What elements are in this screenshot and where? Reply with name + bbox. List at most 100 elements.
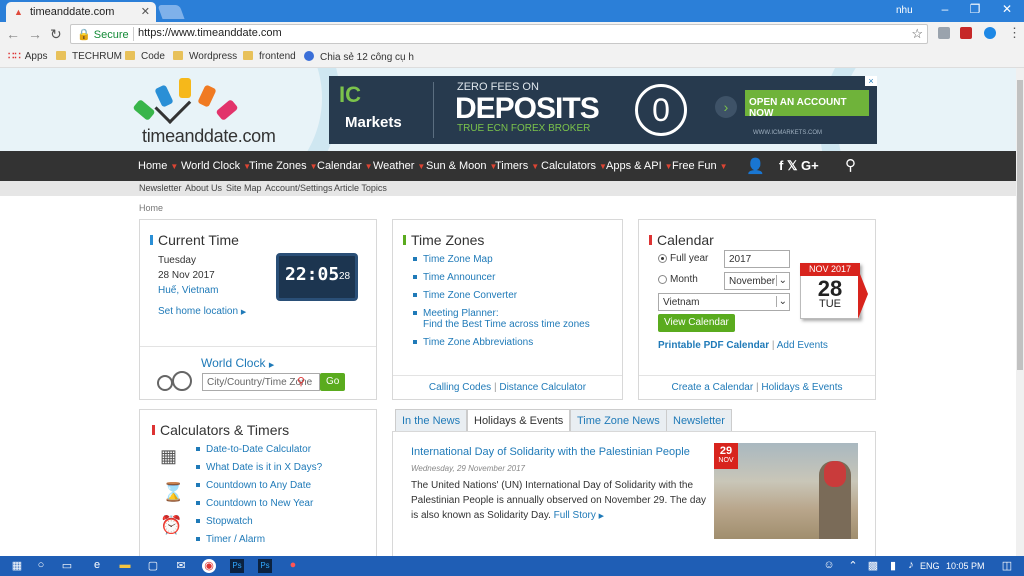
country-select[interactable]: Vietnam ⌄ <box>658 293 790 311</box>
extension-icon[interactable] <box>984 27 996 39</box>
link-date-to-date[interactable]: Date-to-Date Calculator <box>196 444 311 455</box>
scrollbar-thumb[interactable] <box>1017 80 1023 370</box>
back-arrow-icon[interactable]: ← <box>6 26 20 42</box>
user-account-icon[interactable]: 👤 <box>746 157 765 175</box>
social-icons[interactable]: f 𝕏 G+ <box>779 158 819 174</box>
set-home-location-link[interactable]: Set home location ▶ <box>158 306 246 317</box>
windows-start-icon[interactable]: ▦ <box>10 559 24 573</box>
nav-time-zones[interactable]: Time Zones ▼ <box>249 160 318 172</box>
extension-icon[interactable] <box>938 27 950 39</box>
tab-newsletter[interactable]: Newsletter <box>666 409 732 431</box>
menu-kebab-icon[interactable]: ⋮ <box>1008 25 1021 41</box>
app-icon[interactable]: ● <box>286 559 300 573</box>
site-logo[interactable]: timeanddate.com <box>110 68 310 152</box>
nav-home[interactable]: Home ▼ <box>138 160 178 172</box>
chevron-up-icon[interactable]: ⌃ <box>846 559 860 573</box>
address-bar[interactable]: 🔒 Secure https://www.timeanddate.com ☆ <box>70 24 928 44</box>
chrome-icon[interactable]: ◉ <box>202 559 216 573</box>
add-events-link[interactable]: Add Events <box>777 340 828 351</box>
month-select[interactable]: November ⌄ <box>724 272 790 290</box>
nav-calendar[interactable]: Calendar ▼ <box>317 160 373 172</box>
bookmark-frontend[interactable]: frontend <box>243 51 296 62</box>
news-photo[interactable]: 29 NOV <box>714 443 858 539</box>
bookmark-star-icon[interactable]: ☆ <box>911 26 923 42</box>
world-clock-go-button[interactable]: Go <box>320 373 346 391</box>
nav-sun-moon[interactable]: Sun & Moon ▼ <box>426 160 497 172</box>
close-tab-icon[interactable]: ✕ <box>141 5 150 18</box>
volume-icon[interactable]: ♪ <box>904 559 918 573</box>
tab-in-the-news[interactable]: In the News <box>395 409 468 431</box>
subnav-account-settings[interactable]: Account/Settings <box>265 183 333 193</box>
browser-tab[interactable]: ▲ timeanddate.com ✕ <box>6 2 156 22</box>
month-radio[interactable] <box>658 275 667 284</box>
search-icon[interactable]: ○ <box>34 559 48 573</box>
link-timer-alarm[interactable]: Timer / Alarm <box>196 534 265 545</box>
current-location-link[interactable]: Huế, Vietnam <box>158 285 218 296</box>
close-window-icon[interactable]: ✕ <box>992 2 1022 16</box>
subnav-site-map[interactable]: Site Map <box>226 183 262 193</box>
full-story-link[interactable]: Full Story <box>554 510 596 521</box>
nav-timers[interactable]: Timers ▼ <box>495 160 539 172</box>
advertisement-banner[interactable]: IC Markets ZERO FEES ON DEPOSITS TRUE EC… <box>329 76 877 144</box>
link-meeting-planner[interactable]: Meeting Planner: Find the Best Time acros… <box>413 308 590 330</box>
holidays-events-link[interactable]: Holidays & Events <box>761 382 842 393</box>
distance-calculator-link[interactable]: Distance Calculator <box>499 382 586 393</box>
breadcrumb[interactable]: Home <box>139 203 163 213</box>
create-calendar-link[interactable]: Create a Calendar <box>671 382 753 393</box>
news-headline[interactable]: International Day of Solidarity with the… <box>411 446 701 458</box>
link-time-zone-abbreviations[interactable]: Time Zone Abbreviations <box>413 337 533 348</box>
ad-close-icon[interactable]: × <box>865 76 877 86</box>
link-what-date[interactable]: What Date is it in X Days? <box>196 462 322 473</box>
forward-arrow-icon[interactable]: → <box>28 26 42 42</box>
ad-cta-button[interactable]: OPEN AN ACCOUNT NOW <box>745 90 869 119</box>
full-year-radio[interactable] <box>658 254 667 263</box>
bookmark-code[interactable]: Code <box>125 51 165 62</box>
link-countdown-new-year[interactable]: Countdown to New Year <box>196 498 313 509</box>
nav-apps-api[interactable]: Apps & API ▼ <box>606 160 673 172</box>
mail-icon[interactable]: ✉ <box>174 559 188 573</box>
new-tab-button[interactable] <box>157 5 185 19</box>
page-scrollbar[interactable] <box>1016 68 1024 556</box>
nav-free-fun[interactable]: Free Fun ▼ <box>672 160 728 172</box>
tab-holidays-events[interactable]: Holidays & Events <box>467 409 571 432</box>
task-view-icon[interactable]: ▭ <box>60 559 74 573</box>
year-input[interactable]: 2017 <box>724 250 790 268</box>
bookmark-apps[interactable]: ∷∷ Apps <box>8 51 48 62</box>
printable-pdf-link[interactable]: Printable PDF Calendar <box>658 340 769 351</box>
subnav-article-topics[interactable]: Article Topics <box>334 183 387 193</box>
link-time-zone-converter[interactable]: Time Zone Converter <box>413 290 517 301</box>
bookmark-wordpress[interactable]: Wordpress <box>173 51 237 62</box>
store-icon[interactable]: ▢ <box>146 559 160 573</box>
people-icon[interactable]: ☺ <box>822 559 836 573</box>
link-stopwatch[interactable]: Stopwatch <box>196 516 253 527</box>
secure-indicator[interactable]: 🔒 Secure <box>77 28 129 41</box>
edge-icon[interactable]: e <box>90 559 104 573</box>
extension-icon[interactable] <box>960 27 972 39</box>
world-clock-link[interactable]: World Clock ▶ <box>201 356 274 370</box>
bookmark-techrum[interactable]: TECHRUM <box>56 51 122 62</box>
input-language[interactable]: ENG <box>920 561 940 571</box>
photoshop-icon[interactable]: Ps <box>258 559 272 573</box>
minimize-icon[interactable]: – <box>930 2 960 16</box>
bookmark-chia-se[interactable]: Chia sẻ 12 công cụ h <box>304 51 414 63</box>
file-explorer-icon[interactable]: ▬ <box>118 559 132 573</box>
maximize-icon[interactable]: ❐ <box>960 2 990 16</box>
profile-name[interactable]: nhu <box>896 5 913 16</box>
notifications-icon[interactable]: ◫ <box>1000 559 1014 573</box>
system-clock[interactable]: 10:05 PM <box>946 561 985 571</box>
photoshop-icon[interactable]: Ps <box>230 559 244 573</box>
battery-icon[interactable]: ▮ <box>886 559 900 573</box>
tab-time-zone-news[interactable]: Time Zone News <box>570 409 667 431</box>
nav-calculators[interactable]: Calculators ▼ <box>541 160 607 172</box>
search-icon[interactable]: ⚲ <box>845 156 856 174</box>
link-time-announcer[interactable]: Time Announcer <box>413 272 495 283</box>
reload-icon[interactable]: ↻ <box>50 26 62 43</box>
calling-codes-link[interactable]: Calling Codes <box>429 382 491 393</box>
view-calendar-button[interactable]: View Calendar <box>658 314 735 332</box>
network-icon[interactable]: ▩ <box>866 559 880 573</box>
link-time-zone-map[interactable]: Time Zone Map <box>413 254 493 265</box>
url-text[interactable]: https://www.timeanddate.com <box>133 27 282 41</box>
subnav-about-us[interactable]: About Us <box>185 183 222 193</box>
nav-weather[interactable]: Weather ▼ <box>373 160 425 172</box>
subnav-newsletter[interactable]: Newsletter <box>139 183 182 193</box>
